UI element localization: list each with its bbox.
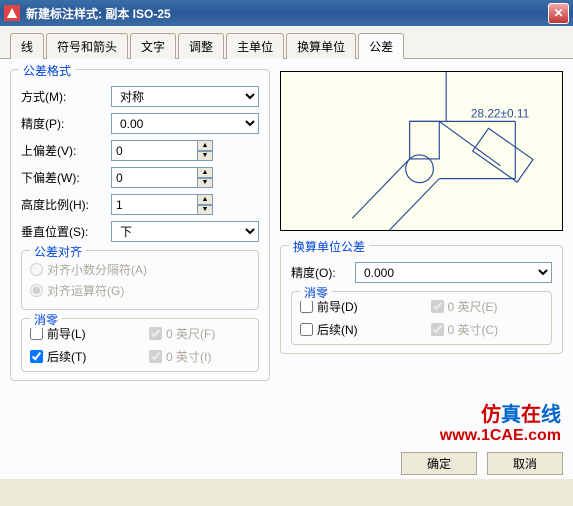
precision-label: 精度(P): — [21, 115, 111, 132]
tab-6[interactable]: 公差 — [358, 33, 404, 59]
alt-trailing-checkbox[interactable] — [300, 323, 313, 336]
scale-label: 高度比例(H): — [21, 196, 111, 213]
preview-pane: 28.22±0.11 — [280, 71, 563, 231]
method-label: 方式(M): — [21, 88, 111, 105]
group-legend: 消零 — [30, 311, 62, 328]
trailing-checkbox[interactable] — [30, 350, 43, 363]
upper-spinner[interactable]: ▲▼ — [111, 140, 213, 161]
spin-down-icon[interactable]: ▼ — [197, 205, 213, 216]
alt-inches-label: 0 英寸(C) — [448, 321, 499, 338]
vpos-label: 垂直位置(S): — [21, 223, 111, 240]
altunit-group: 换算单位公差 精度(O): 0.000 消零 前导(D) 0 英尺(E) 后续(… — [280, 245, 563, 354]
align-operator-label: 对齐运算符(G) — [47, 282, 124, 299]
group-legend: 公差对齐 — [30, 243, 86, 260]
group-legend: 公差格式 — [19, 62, 75, 79]
window-title: 新建标注样式: 副本 ISO-25 — [26, 5, 548, 22]
tab-2[interactable]: 文字 — [130, 33, 176, 59]
upper-label: 上偏差(V): — [21, 142, 111, 159]
spin-down-icon[interactable]: ▼ — [197, 151, 213, 162]
tab-5[interactable]: 换算单位 — [286, 33, 356, 59]
leading-checkbox[interactable] — [30, 327, 43, 340]
group-legend: 消零 — [300, 284, 332, 301]
alt-feet-label: 0 英尺(E) — [448, 298, 498, 315]
alt-precision-label: 精度(O): — [291, 264, 355, 281]
tolerance-format-group: 公差格式 方式(M): 对称 精度(P): 0.00 上偏差(V): ▲▼ — [10, 69, 270, 381]
tab-3[interactable]: 调整 — [178, 33, 224, 59]
page-content: 公差格式 方式(M): 对称 精度(P): 0.00 上偏差(V): ▲▼ — [0, 59, 573, 479]
cancel-button[interactable]: 取消 — [487, 452, 563, 475]
alt-precision-select[interactable]: 0.000 — [355, 262, 552, 283]
scale-input[interactable] — [111, 194, 197, 215]
spin-up-icon[interactable]: ▲ — [197, 140, 213, 151]
watermark: 仿真在线 www.1CAE.com — [440, 398, 561, 445]
inches-checkbox — [149, 350, 162, 363]
lower-label: 下偏差(W): — [21, 169, 111, 186]
vpos-select[interactable]: 下 — [111, 221, 259, 242]
trailing-label: 后续(T) — [47, 348, 86, 365]
align-operator-radio — [30, 284, 43, 297]
method-select[interactable]: 对称 — [111, 86, 259, 107]
alt-leading-checkbox[interactable] — [300, 300, 313, 313]
alignment-group: 公差对齐 对齐小数分隔符(A) 对齐运算符(G) — [21, 250, 259, 310]
tab-4[interactable]: 主单位 — [226, 33, 284, 59]
svg-text:28.22±0.11: 28.22±0.11 — [471, 106, 530, 120]
align-decimal-radio — [30, 263, 43, 276]
spin-down-icon[interactable]: ▼ — [197, 178, 213, 189]
upper-input[interactable] — [111, 140, 197, 161]
close-button[interactable]: ✕ — [548, 3, 569, 24]
feet-label: 0 英尺(F) — [166, 325, 215, 342]
titlebar: 新建标注样式: 副本 ISO-25 ✕ — [0, 0, 573, 26]
group-legend: 换算单位公差 — [289, 238, 369, 255]
precision-select[interactable]: 0.00 — [111, 113, 259, 134]
spin-up-icon[interactable]: ▲ — [197, 194, 213, 205]
tab-1[interactable]: 符号和箭头 — [46, 33, 128, 59]
spin-up-icon[interactable]: ▲ — [197, 167, 213, 178]
alt-trailing-label: 后续(N) — [317, 321, 358, 338]
app-icon — [4, 5, 20, 21]
ok-button[interactable]: 确定 — [401, 452, 477, 475]
feet-checkbox — [149, 327, 162, 340]
scale-spinner[interactable]: ▲▼ — [111, 194, 213, 215]
lower-input[interactable] — [111, 167, 197, 188]
lower-spinner[interactable]: ▲▼ — [111, 167, 213, 188]
tab-bar: 线符号和箭头文字调整主单位换算单位公差 — [0, 26, 573, 59]
align-decimal-label: 对齐小数分隔符(A) — [47, 261, 147, 278]
alt-inches-checkbox — [431, 323, 444, 336]
zero-suppress-left-group: 消零 前导(L) 0 英尺(F) 后续(T) 0 英寸(I) — [21, 318, 259, 372]
dialog-buttons: 确定 取消 — [401, 452, 563, 475]
inches-label: 0 英寸(I) — [166, 348, 211, 365]
tab-0[interactable]: 线 — [10, 33, 44, 59]
alt-feet-checkbox — [431, 300, 444, 313]
zero-suppress-right-group: 消零 前导(D) 0 英尺(E) 后续(N) 0 英寸(C) — [291, 291, 552, 345]
